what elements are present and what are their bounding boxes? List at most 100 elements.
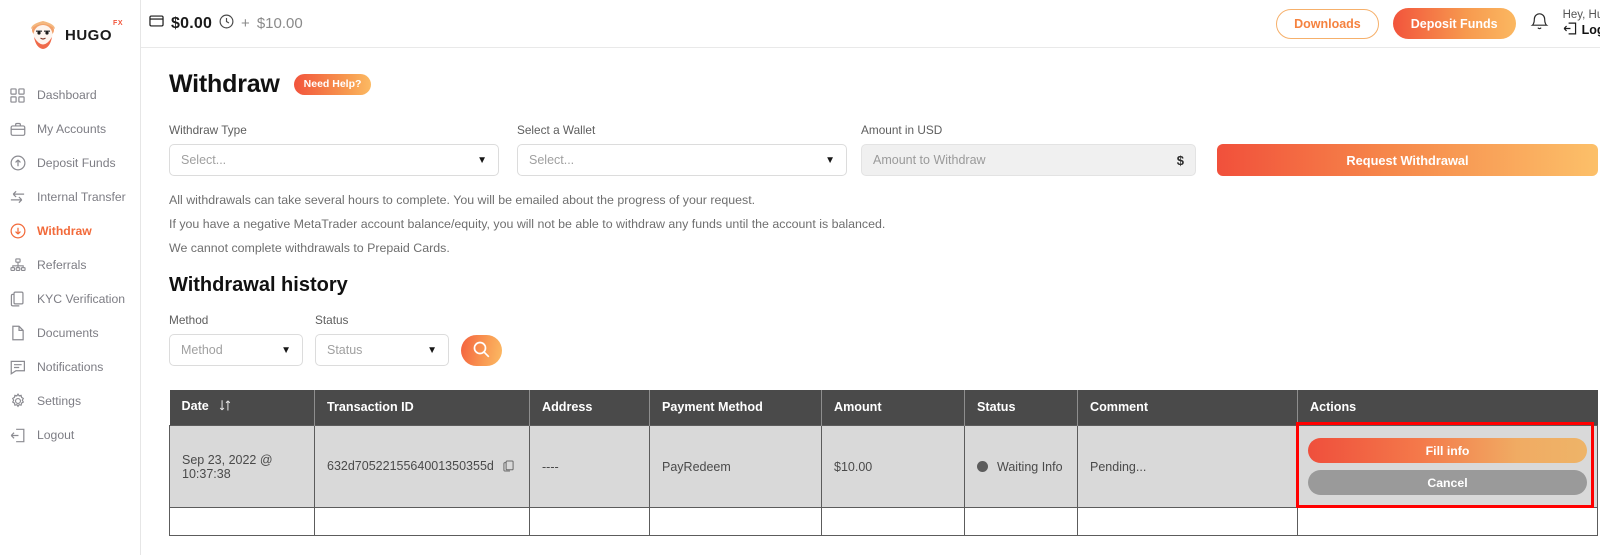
- chevron-down-icon: ▼: [825, 154, 835, 166]
- wallet-icon: [149, 14, 164, 33]
- column-header-status[interactable]: Status: [964, 390, 1078, 426]
- cell-empty: [1297, 507, 1598, 536]
- note-text: All withdrawals can take several hours t…: [169, 193, 756, 207]
- sidebar-item-kyc-verification[interactable]: KYC Verification: [0, 282, 140, 316]
- cancel-button[interactable]: Cancel: [1308, 470, 1587, 495]
- main-area: $0.00 + $10.00 Downloads Deposit Funds H…: [141, 0, 1600, 555]
- method-filter-select[interactable]: Method ▼: [169, 334, 303, 366]
- sidebar-item-notifications[interactable]: Notifications: [0, 350, 140, 384]
- sidebar-item-label: Notifications: [37, 360, 104, 374]
- column-header-amount[interactable]: Amount: [821, 390, 965, 426]
- withdraw-type-field: Withdraw Type Select... ▼: [169, 123, 499, 176]
- brand-name: HUGO: [65, 26, 112, 44]
- sidebar-item-deposit-funds[interactable]: Deposit Funds: [0, 146, 140, 180]
- message-icon: [9, 359, 26, 376]
- downloads-button[interactable]: Downloads: [1276, 8, 1379, 39]
- plus-sign: +: [241, 15, 250, 32]
- column-header-address[interactable]: Address: [529, 390, 650, 426]
- sidebar-item-my-accounts[interactable]: My Accounts: [0, 112, 140, 146]
- logo-text: HUGO FX: [65, 20, 123, 44]
- table-row-partial: [169, 507, 1598, 536]
- gear-icon: [9, 393, 26, 410]
- sidebar-item-label: Documents: [37, 326, 99, 340]
- status-filter-label: Status: [315, 313, 349, 327]
- table-row: Sep 23, 2022 @ 10:37:38 632d705221556400…: [169, 425, 1598, 508]
- table-header-row: Date Transaction ID Address Payment Meth…: [169, 390, 1598, 426]
- copy-icon: [9, 291, 26, 308]
- column-header-actions[interactable]: Actions: [1297, 390, 1598, 426]
- amount-input[interactable]: [873, 153, 1177, 167]
- user-menu[interactable]: Hey, Hugo's Logout: [1563, 8, 1600, 40]
- page-content: Withdraw Need Help? Withdraw Type Select…: [141, 48, 1600, 536]
- request-withdrawal-button[interactable]: Request Withdrawal: [1217, 144, 1598, 176]
- sidebar-item-dashboard[interactable]: Dashboard: [0, 78, 140, 112]
- sidebar-item-label: Settings: [37, 394, 82, 408]
- withdrawal-history-table-wrap: Date Transaction ID Address Payment Meth…: [169, 390, 1598, 536]
- sort-icon[interactable]: [218, 399, 233, 415]
- fill-info-button[interactable]: Fill info: [1308, 438, 1587, 463]
- balance-summary: $0.00 + $10.00: [149, 14, 303, 34]
- logo[interactable]: HUGO FX: [0, 0, 140, 70]
- column-header-comment[interactable]: Comment: [1077, 390, 1298, 426]
- sidebar-item-label: My Accounts: [37, 122, 107, 136]
- transfer-icon: [9, 189, 26, 206]
- bell-icon[interactable]: [1530, 11, 1549, 36]
- copy-icon[interactable]: [503, 459, 514, 475]
- deposit-funds-button[interactable]: Deposit Funds: [1392, 8, 1516, 39]
- logout-link[interactable]: Logout: [1563, 22, 1600, 40]
- document-icon: [9, 325, 26, 342]
- page-header: Withdraw Need Help?: [169, 70, 1598, 99]
- actions-group: Fill info Cancel: [1299, 427, 1597, 507]
- withdraw-type-label: Withdraw Type: [169, 123, 247, 137]
- note-text: If you have a negative MetaTrader accoun…: [169, 217, 886, 231]
- sidebar-item-withdraw[interactable]: Withdraw: [0, 214, 140, 248]
- status-filter-field: Status Status ▼: [315, 313, 449, 366]
- table-head: Date Transaction ID Address Payment Meth…: [169, 390, 1598, 426]
- column-header-date[interactable]: Date: [169, 390, 315, 426]
- history-filters: Method Method ▼ Status Status ▼: [169, 313, 1598, 366]
- sidebar-item-label: Referrals: [37, 258, 87, 272]
- withdrawal-history-title: Withdrawal history: [169, 274, 348, 296]
- status-dot-icon: [977, 461, 988, 472]
- wallet-select[interactable]: Select... ▼: [517, 144, 847, 176]
- cell-empty: [529, 507, 650, 536]
- wallet-field: Select a Wallet Select... ▼: [517, 123, 847, 176]
- cell-transaction-id: 632d7052215564001350355d: [314, 425, 530, 508]
- status-filter-value: Status: [327, 343, 363, 357]
- sidebar-item-referrals[interactable]: Referrals: [0, 248, 140, 282]
- sitemap-icon: [9, 257, 26, 274]
- column-header-transaction-id[interactable]: Transaction ID: [314, 390, 530, 426]
- method-filter-field: Method Method ▼: [169, 313, 303, 366]
- amount-input-wrap: $: [861, 144, 1196, 176]
- dollar-suffix: $: [1176, 152, 1184, 168]
- hugo-avatar-icon: [26, 18, 60, 52]
- sidebar-item-label: Logout: [37, 428, 75, 442]
- logout-label: Logout: [1581, 22, 1600, 37]
- cell-payment-method: PayRedeem: [649, 425, 822, 508]
- withdraw-type-select[interactable]: Select... ▼: [169, 144, 499, 176]
- status-filter-select[interactable]: Status ▼: [315, 334, 449, 366]
- topbar-actions: Downloads Deposit Funds Hey, Hugo's: [1276, 8, 1600, 40]
- sidebar-item-label: Withdraw: [37, 224, 92, 238]
- need-help-badge[interactable]: Need Help?: [293, 74, 372, 95]
- briefcase-icon: [9, 121, 26, 138]
- table-body: Sep 23, 2022 @ 10:37:38 632d705221556400…: [169, 425, 1598, 536]
- chevron-down-icon: ▼: [281, 344, 291, 356]
- withdrawal-notes: All withdrawals can take several hours t…: [169, 193, 1598, 255]
- column-header-payment-method[interactable]: Payment Method: [649, 390, 822, 426]
- amount-label: Amount in USD: [861, 123, 943, 137]
- wallet-label: Select a Wallet: [517, 123, 596, 137]
- cell-empty: [964, 507, 1078, 536]
- app-root: HUGO FX Dashboard My Accounts Deposit Fu…: [0, 0, 1600, 555]
- wallet-value: Select...: [529, 153, 575, 167]
- search-button[interactable]: [461, 335, 502, 366]
- sidebar-item-label: Internal Transfer: [37, 190, 126, 204]
- page-title: Withdraw: [169, 70, 280, 98]
- sidebar-item-settings[interactable]: Settings: [0, 384, 140, 418]
- sidebar-item-documents[interactable]: Documents: [0, 316, 140, 350]
- sidebar-item-internal-transfer[interactable]: Internal Transfer: [0, 180, 140, 214]
- sidebar-item-logout[interactable]: Logout: [0, 418, 140, 452]
- sidebar-item-label: Deposit Funds: [37, 156, 116, 170]
- transaction-id-value: 632d7052215564001350355d: [327, 458, 494, 473]
- cell-address: ----: [529, 425, 650, 508]
